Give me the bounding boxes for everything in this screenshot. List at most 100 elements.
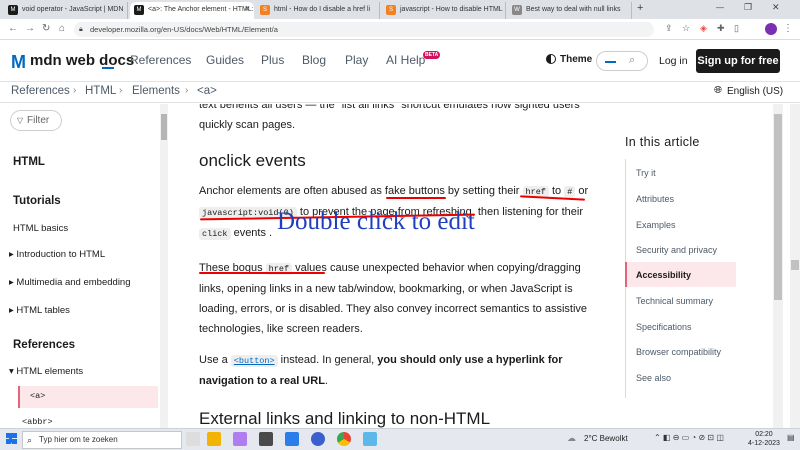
back-icon[interactable]: ←: [8, 23, 18, 34]
mdn-logo-mark[interactable]: M: [11, 52, 26, 73]
star-icon[interactable]: ☆: [682, 23, 690, 34]
sidebar-scroll-thumb[interactable]: [161, 114, 167, 140]
task-view-icon[interactable]: [186, 432, 200, 446]
paragraph-bogus: These bogus href values cause unexpected…: [199, 258, 599, 339]
toc-item-technical-summary[interactable]: Technical summary: [636, 296, 713, 306]
toc-item-accessibility[interactable]: Accessibility: [636, 270, 691, 280]
sidebar-item-label: HTML elements: [16, 366, 84, 377]
sidepanel-icon[interactable]: ▯: [734, 23, 739, 34]
bold-text: you should only use a hyperlink for: [377, 354, 563, 366]
toc-item-attributes[interactable]: Attributes: [636, 194, 674, 204]
text: to: [548, 185, 565, 197]
chevron-right-icon: ›: [185, 85, 189, 96]
double-click-overlay[interactable]: Double click to edit: [277, 208, 475, 236]
new-tab-button[interactable]: +: [637, 2, 643, 14]
nav-play[interactable]: Play: [345, 53, 368, 67]
windows-start-icon[interactable]: [6, 433, 17, 444]
forward-icon[interactable]: →: [25, 23, 35, 34]
theme-button[interactable]: Theme: [560, 54, 592, 65]
share-icon[interactable]: ⇪: [665, 23, 673, 34]
logo-underscore: [102, 67, 114, 69]
bold-text: navigation to a real URL: [199, 375, 325, 387]
weather-status[interactable]: 2°C Bewolkt: [584, 434, 628, 443]
language-selector[interactable]: English (US): [727, 86, 783, 97]
tab-null-links[interactable]: W Best way to deal with null links: [508, 2, 632, 19]
breadcrumb-anchor[interactable]: <a>: [197, 85, 217, 97]
sidebar-scrollbar[interactable]: [160, 104, 168, 428]
tab-void-operator[interactable]: M void operator - JavaScript | MDN: [4, 2, 128, 19]
toc-item-try-it[interactable]: Try it: [636, 168, 656, 178]
clock-date: 4-12-2023: [748, 440, 780, 447]
tab-title: Best way to deal with null links: [526, 6, 621, 13]
globe-icon: 🌐︎: [714, 85, 722, 96]
python-icon[interactable]: [363, 432, 377, 446]
close-window-icon[interactable]: ✕: [772, 2, 780, 13]
login-link[interactable]: Log in: [659, 55, 688, 67]
settings-icon[interactable]: [259, 432, 273, 446]
mdn-logo-text[interactable]: mdn web docs: [30, 52, 134, 69]
toc-item-specifications[interactable]: Specifications: [636, 322, 692, 332]
code-hash: #: [564, 186, 576, 198]
system-tray-icons[interactable]: ⌃ ◧ ⊖ ▭ ◔ ⊘ ⊡ ◫: [654, 433, 724, 442]
sidebar-item-html-elements[interactable]: ▾ HTML elements: [9, 366, 83, 377]
minimize-icon[interactable]: —: [716, 3, 724, 12]
table-of-contents: In this article Try it Attributes Exampl…: [618, 104, 773, 428]
photos-icon[interactable]: [285, 432, 299, 446]
filter-input[interactable]: ▽ Filter: [10, 110, 62, 131]
toc-item-see-also[interactable]: See also: [636, 373, 671, 383]
tab-js-disable-html[interactable]: S javascript - How to disable HTML: [382, 2, 506, 19]
notification-icon[interactable]: ▤: [787, 433, 795, 442]
search-icon[interactable]: ⌕: [629, 54, 635, 67]
text: events .: [230, 227, 273, 239]
sidebar-item-label: <a>: [30, 391, 46, 401]
sidebar-item-html-basics[interactable]: HTML basics: [13, 223, 68, 234]
menu-icon[interactable]: ⋮: [783, 23, 793, 34]
windows-taskbar: ⌕ Typ hier om te zoeken ☁︎ 2°C Bewolkt ⌃…: [0, 428, 800, 450]
sidebar-item-intro[interactable]: ▸ Introduction to HTML: [9, 249, 105, 260]
close-tab-icon[interactable]: ✕: [244, 2, 250, 17]
nav-blog[interactable]: Blog: [302, 53, 326, 67]
stackoverflow-favicon-icon: S: [260, 5, 270, 15]
home-icon[interactable]: ⌂: [59, 23, 65, 34]
tab-anchor-element[interactable]: M <a>: The Anchor element - HTML: ✕: [130, 2, 254, 19]
sidebar-item-selected[interactable]: <a>: [18, 386, 158, 408]
toc-item-security[interactable]: Security and privacy: [636, 245, 717, 255]
nav-guides[interactable]: Guides: [206, 53, 244, 67]
paragraph-partial: text benefits all users — the "list all …: [199, 104, 599, 135]
chevron-right-icon: ›: [119, 85, 123, 96]
breadcrumb-html[interactable]: HTML: [85, 85, 116, 97]
toc-item-examples[interactable]: Examples: [636, 220, 676, 230]
page-scroll-thumb[interactable]: [791, 260, 799, 270]
file-explorer-icon[interactable]: [207, 432, 221, 446]
url-field[interactable]: 🔒︎ developer.mozilla.org/en-US/docs/Web/…: [74, 22, 654, 37]
content-scroll-thumb[interactable]: [774, 114, 782, 300]
app-icon[interactable]: [311, 432, 325, 446]
toc-item-browser-compat[interactable]: Browser compatibility: [636, 347, 721, 357]
breadcrumb-elements[interactable]: Elements: [132, 85, 180, 97]
extension-icon[interactable]: ◈: [700, 23, 707, 34]
tab-html-disable-href[interactable]: S html - How do I disable a href li: [256, 2, 380, 19]
button-element-link[interactable]: <button>: [230, 355, 278, 367]
web-favicon-icon: W: [512, 5, 522, 15]
nav-references[interactable]: References: [130, 53, 191, 67]
cloud-icon: ☁︎: [567, 433, 576, 443]
puzzle-icon[interactable]: ✚: [717, 23, 725, 34]
text-line: text benefits all users — the "list all …: [199, 104, 580, 111]
sidebar-item-multimedia[interactable]: ▸ Multimedia and embedding: [9, 277, 131, 288]
profile-avatar[interactable]: [765, 23, 777, 35]
paint-icon[interactable]: [233, 432, 247, 446]
taskbar-clock[interactable]: 02:20 4-12-2023: [748, 430, 780, 448]
nav-plus[interactable]: Plus: [261, 53, 284, 67]
signup-button[interactable]: Sign up for free: [696, 49, 780, 73]
maximize-icon[interactable]: ❐: [744, 2, 752, 13]
sidebar-item-tables[interactable]: ▸ HTML tables: [9, 305, 70, 316]
nav-ai-help[interactable]: AI Help: [386, 53, 425, 67]
search-input[interactable]: ⌕: [596, 51, 648, 71]
reload-icon[interactable]: ↻: [42, 23, 50, 34]
taskbar-search-input[interactable]: ⌕ Typ hier om te zoeken: [22, 431, 182, 449]
breadcrumb-references[interactable]: References: [11, 85, 70, 97]
fake-buttons-link[interactable]: fake buttons: [385, 185, 445, 197]
chrome-icon[interactable]: [337, 432, 351, 446]
sidebar-item-abbr[interactable]: <abbr>: [22, 417, 53, 427]
lock-icon: 🔒︎: [79, 26, 83, 33]
